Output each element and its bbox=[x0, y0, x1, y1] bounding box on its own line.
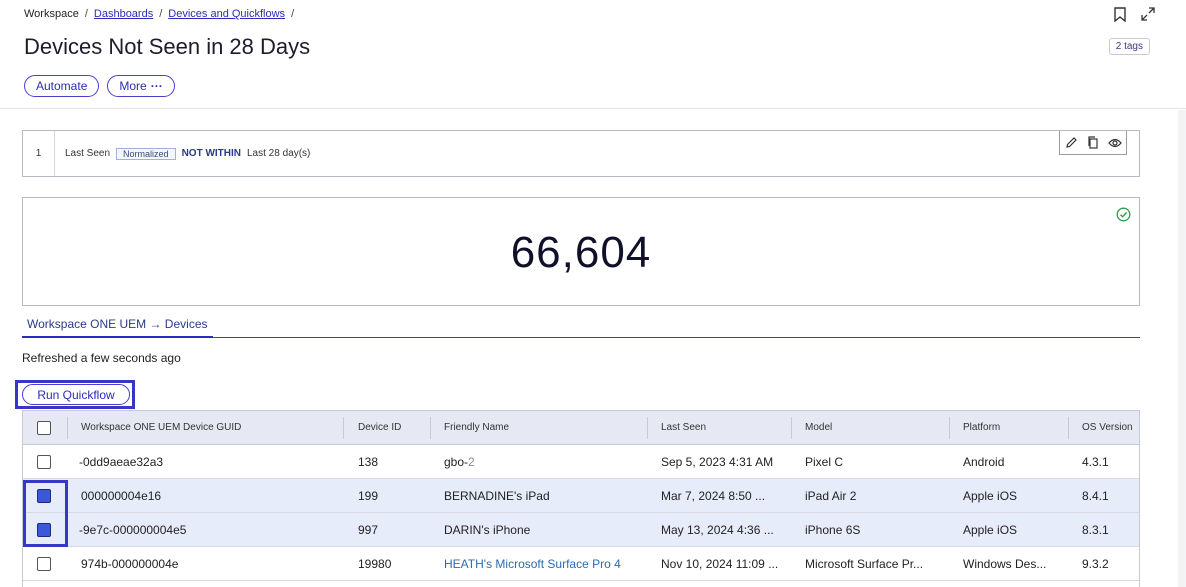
table-row[interactable]: 000000004e16 199 BERNADINE's iPad Mar 7,… bbox=[23, 479, 1139, 513]
bookmark-icon[interactable] bbox=[1112, 6, 1128, 22]
breadcrumb-root: Workspace bbox=[24, 8, 79, 20]
breadcrumb: Workspace / Dashboards / Devices and Qui… bbox=[24, 8, 294, 20]
eye-icon[interactable] bbox=[1107, 138, 1122, 148]
column-divider bbox=[791, 417, 792, 439]
tab-bar: Workspace ONE UEM → Devices bbox=[22, 313, 1140, 338]
cell-model: iPhone 6S bbox=[805, 522, 861, 537]
cell-friendly-name: gbo- 2 bbox=[444, 445, 475, 478]
edit-icon[interactable] bbox=[1065, 136, 1078, 149]
page-title: Devices Not Seen in 28 Days bbox=[24, 34, 311, 59]
column-divider bbox=[430, 417, 431, 439]
header-icons bbox=[1112, 6, 1156, 22]
cell-model: Microsoft Surface Pr... bbox=[805, 556, 924, 571]
tags-badge[interactable]: 2 tags bbox=[1108, 38, 1150, 55]
count-widget: 66,604 bbox=[22, 197, 1140, 306]
column-header-model[interactable]: Model bbox=[805, 411, 832, 444]
breadcrumb-separator: / bbox=[291, 8, 295, 20]
cell-os-version: 8.4.1 bbox=[1082, 488, 1109, 503]
cell-friendly-name: DARIN's iPhone bbox=[444, 522, 531, 537]
friendly-name-text: gbo- bbox=[444, 454, 469, 469]
column-divider bbox=[949, 417, 950, 439]
refresh-status: Refreshed a few seconds ago bbox=[22, 351, 181, 365]
cell-last-seen: Mar 7, 2024 8:50 ... bbox=[661, 488, 766, 503]
breadcrumb-separator: / bbox=[159, 8, 163, 20]
cell-platform: Apple iOS bbox=[963, 488, 1018, 503]
column-divider bbox=[343, 417, 344, 439]
select-all-checkbox[interactable] bbox=[37, 420, 51, 435]
more-button[interactable]: More ··· bbox=[107, 75, 175, 97]
check-circle-icon bbox=[1116, 207, 1131, 227]
cell-platform: Windows Des... bbox=[963, 556, 1047, 571]
tab-uem-devices[interactable]: Workspace ONE UEM → Devices bbox=[22, 313, 213, 338]
row-checkbox[interactable] bbox=[37, 454, 51, 469]
column-header-os-version[interactable]: OS Version bbox=[1082, 411, 1133, 444]
column-header-device-id[interactable]: Device ID bbox=[358, 411, 401, 444]
friendly-name-suffix: 2 bbox=[468, 454, 475, 469]
column-header-guid[interactable]: Workspace ONE UEM Device GUID bbox=[81, 411, 241, 444]
copy-icon[interactable] bbox=[1087, 136, 1099, 149]
cell-friendly-name: BERNADINE's iPad bbox=[444, 488, 550, 503]
cell-last-seen: May 13, 2024 4:36 ... bbox=[661, 522, 774, 537]
cell-os-version: 8.3.1 bbox=[1082, 522, 1109, 537]
filter-actions bbox=[1059, 131, 1127, 155]
table-row[interactable]: -0dd9aeae32a3 138 gbo- 2 Sep 5, 2023 4:31… bbox=[23, 445, 1139, 479]
table-row[interactable]: 974b-000000004e 19980 HEATH's Microsoft … bbox=[23, 547, 1139, 581]
cell-platform: Android bbox=[963, 454, 1005, 469]
devices-table: Workspace ONE UEM Device GUID Device ID … bbox=[22, 410, 1140, 587]
row-checkbox[interactable] bbox=[37, 556, 51, 571]
filter-rule: 1 Last Seen Normalized NOT WITHIN Last 2… bbox=[22, 130, 1140, 177]
cell-guid: -0dd9aeae32a3 bbox=[79, 454, 164, 469]
expand-icon[interactable] bbox=[1140, 6, 1156, 22]
column-divider bbox=[67, 417, 68, 439]
cell-model: iPad Air 2 bbox=[805, 488, 857, 503]
run-quickflow-button[interactable]: Run Quickflow bbox=[22, 384, 130, 405]
cell-device-id: 199 bbox=[358, 488, 379, 503]
filter-operator: NOT WITHIN bbox=[181, 148, 241, 159]
cell-model: Pixel C bbox=[805, 454, 844, 469]
cell-guid: 974b-000000004e bbox=[81, 556, 179, 571]
breadcrumb-separator: / bbox=[84, 8, 88, 20]
table-row[interactable]: -9e7c-000000004e5 997 DARIN's iPhone May… bbox=[23, 513, 1139, 547]
cell-device-id: 138 bbox=[358, 454, 379, 469]
cell-guid: 000000004e16 bbox=[81, 488, 162, 503]
page-scrollbar[interactable] bbox=[1178, 110, 1186, 587]
filter-value: Last 28 day(s) bbox=[247, 148, 311, 159]
cell-device-id: 997 bbox=[358, 522, 379, 537]
cell-friendly-name-link[interactable]: HEATH's Microsoft Surface Pro 4 bbox=[444, 547, 621, 580]
cell-platform: Apple iOS bbox=[963, 522, 1018, 537]
breadcrumb-link-devices-and-quickflows[interactable]: Devices and Quickflows bbox=[168, 8, 285, 20]
column-divider bbox=[647, 417, 648, 439]
breadcrumb-link-dashboards[interactable]: Dashboards bbox=[94, 8, 153, 20]
cell-last-seen: Sep 5, 2023 4:31 AM bbox=[661, 454, 774, 469]
header-divider bbox=[0, 108, 1186, 109]
cell-os-version: 9.3.2 bbox=[1082, 556, 1109, 571]
cell-guid: -9e7c-000000004e5 bbox=[79, 522, 187, 537]
automate-button[interactable]: Automate bbox=[24, 75, 100, 97]
normalized-badge: Normalized bbox=[116, 147, 176, 160]
cell-os-version: 4.3.1 bbox=[1082, 454, 1109, 469]
more-button-label: More bbox=[119, 79, 147, 93]
action-row: Automate More ··· bbox=[24, 75, 175, 97]
checkbox-highlight-frame bbox=[23, 480, 68, 547]
device-count: 66,604 bbox=[510, 228, 652, 277]
cell-device-id: 19980 bbox=[358, 556, 392, 571]
more-dots-icon: ··· bbox=[150, 79, 163, 93]
filter-content: Last Seen Normalized NOT WITHIN Last 28 … bbox=[65, 131, 310, 176]
table-header-row: Workspace ONE UEM Device GUID Device ID … bbox=[23, 411, 1139, 445]
column-divider bbox=[1068, 417, 1069, 439]
filter-row-number: 1 bbox=[23, 131, 55, 176]
cell-last-seen: Nov 10, 2024 11:09 ... bbox=[661, 556, 779, 571]
select-all-cell bbox=[37, 411, 51, 444]
column-header-friendly-name[interactable]: Friendly Name bbox=[444, 411, 509, 444]
column-header-platform[interactable]: Platform bbox=[963, 411, 1000, 444]
filter-attribute: Last Seen bbox=[65, 148, 111, 159]
column-header-last-seen[interactable]: Last Seen bbox=[661, 411, 706, 444]
